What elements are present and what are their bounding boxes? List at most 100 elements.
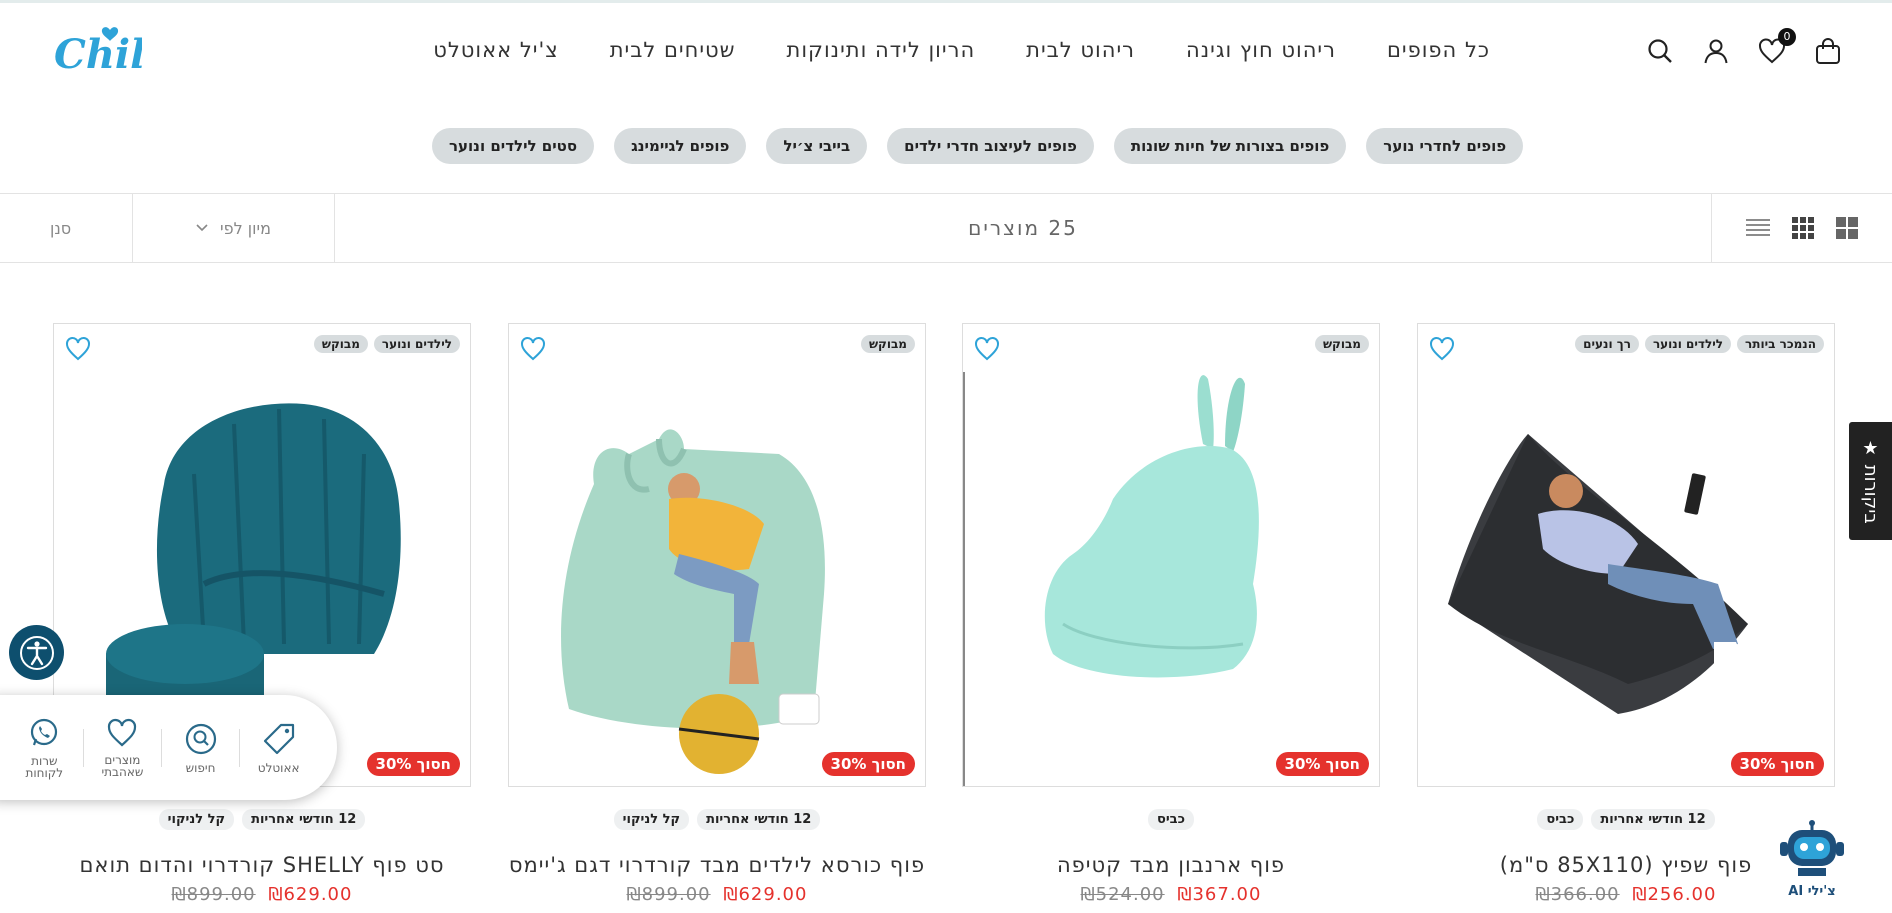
product-price: ₪256.00 ₪366.00 [1417,884,1835,905]
quick-search[interactable]: חיפוש [171,722,231,774]
sale-price: ₪629.00 [723,884,808,905]
sort-label: מיון לפי [220,218,271,238]
quick-customer-service-label: שרות לקוחות [25,753,64,780]
accessibility-icon [19,635,54,670]
original-price: ₪366.00 [1535,884,1620,905]
user-icon [1704,39,1728,64]
feature-tag: כביס [1148,809,1194,830]
wishlist-heart-icon[interactable] [64,336,92,362]
whatsapp-icon [31,718,58,745]
accessibility-button[interactable] [9,625,64,680]
nav-outdoor[interactable]: ריהוט חוץ וגינה [1186,38,1336,68]
chevron-down-icon [196,224,208,232]
chip-sets[interactable]: סטים לילדים ונוער [432,128,595,164]
nav-all-poufs[interactable]: כל הפופים [1387,38,1490,68]
filter-button[interactable]: סנן [0,194,133,262]
quick-outlet[interactable]: אאוטלט [249,722,309,774]
nav-pregnancy-baby[interactable]: הריון לידה ותינוקות [787,38,976,68]
sale-price: ₪367.00 [1177,884,1262,905]
product-image-frame[interactable]: הנמכר ביותר לילדים ונוער רך ונעים חסוך 3… [1417,323,1835,787]
nav-rugs[interactable]: שטיחים לבית [610,38,736,68]
category-chips: סטים לילדים ונוער פופים לגיימינג בייבי צ… [432,128,1524,164]
product-card[interactable]: מבוקש חסוך 30% כביס פוף ארנבון מבד קטיפה… [962,323,1380,905]
top-border [0,0,1892,3]
chip-kids-rooms[interactable]: פופים לעיצוב חדרי ילדים [887,128,1094,164]
shopping-bag-icon [1816,38,1840,64]
product-card[interactable]: הנמכר ביותר לילדים ונוער רך ונעים חסוך 3… [1417,323,1835,905]
product-image [561,429,825,774]
product-name[interactable]: פוף ארנבון מבד קטיפה [962,850,1380,880]
wishlist-heart-icon[interactable] [1428,336,1456,362]
chill-logo[interactable]: Chill [52,22,142,80]
product-features: 12 חודשי אחריות קל לניקוי [508,809,926,830]
chip-animal-shapes[interactable]: פופים בצורות של חיות שונות [1113,128,1347,164]
main-nav: כל הפופים ריהוט חוץ וגינה ריהוט לבית הרי… [400,38,1490,68]
cart-button[interactable] [1812,34,1844,68]
sale-badge: חסוך 30% [821,752,915,776]
chip-teen-rooms[interactable]: פופים לחדרי נוער [1366,128,1524,164]
product-tags: מבוקש [1314,335,1369,353]
wishlist-heart-icon[interactable] [973,336,1001,362]
divider [239,728,241,767]
product-tag: הנמכר ביותר [1737,335,1824,353]
quick-actions-bar: שרות לקוחות מוצרים שאהבתי חיפוש אאוטלט [0,695,337,800]
product-features: 12 חודשי אחריות קל לניקוי [53,809,471,830]
product-price: ₪367.00 ₪524.00 [962,884,1380,905]
feature-tag: קל לניקוי [158,809,235,830]
product-card[interactable]: מבוקש חסוך 30% 12 חודשי אחריות קל לניקוי… [508,323,926,905]
product-tag: מבוקש [313,335,368,353]
quick-customer-service[interactable]: שרות לקוחות [14,717,74,779]
product-tag: מבוקש [860,335,915,353]
list-view-icon[interactable] [1746,218,1770,238]
quick-outlet-label: אאוטלט [257,760,300,775]
product-tag: לילדים ונוער [373,335,460,353]
feature-tag: כביס [1537,809,1584,830]
product-price: ₪629.00 ₪899.00 [508,884,926,905]
product-card[interactable]: לילדים ונוער מבוקש חסוך 30% 12 חודשי אחר… [53,323,471,905]
sale-price: ₪256.00 [1632,884,1717,905]
heart-icon [108,718,137,746]
search-button[interactable] [1644,34,1676,68]
product-tag: לילדים ונוער [1644,335,1732,353]
filter-label: סנן [50,218,72,238]
product-image-frame[interactable]: מבוקש חסוך 30% [508,323,926,787]
chip-baby-chill[interactable]: בייבי צ׳יל [766,128,868,164]
collection-toolbar: סנן מיון לפי 25 מוצרים [0,193,1892,263]
sale-badge: חסוך 30% [1275,752,1369,776]
feature-tag: 12 חודשי אחריות [1591,809,1715,830]
quick-search-label: חיפוש [185,760,216,775]
product-name[interactable]: פוף שפיץ (85X110 ס"מ) [1417,850,1835,880]
reviews-tab[interactable]: ★ ביקורות [1849,422,1892,540]
search-icon [1648,39,1672,63]
quick-favorites[interactable]: מוצרים שאהבתי [92,718,152,778]
product-price: ₪629.00 ₪899.00 [53,884,471,905]
product-image-frame[interactable]: מבוקש חסוך 30% [962,323,1380,787]
nav-outlet[interactable]: צ'יל אאוטלט [433,38,559,68]
chip-gaming[interactable]: פופים לגיימינג [614,128,747,164]
wishlist-heart-icon[interactable] [519,336,547,362]
ai-bot-label: צ'ילי AI [1788,884,1836,899]
price-tag-icon [263,723,294,754]
product-name[interactable]: פוף כורסא לילדים מבד קורדרוי דגם ג'יימס [508,850,926,880]
grid-large-view-icon[interactable] [1836,217,1858,239]
product-image [963,372,1259,786]
nav-home-furniture[interactable]: ריהוט לבית [1026,38,1135,68]
header-icons: 0 [1644,28,1844,68]
account-button[interactable] [1700,34,1732,68]
divider [82,728,84,767]
sale-badge: חסוך 30% [1730,752,1824,776]
product-features: כביס [962,809,1380,830]
view-switcher [1711,194,1892,262]
sort-dropdown[interactable]: מיון לפי [133,194,335,262]
feature-tag: קל לניקוי [613,809,690,830]
original-price: ₪899.00 [171,884,256,905]
product-image [1448,434,1748,714]
product-tags: מבוקש [860,335,915,353]
ai-chat-bot-button[interactable]: צ'ילי AI [1774,820,1850,899]
product-name[interactable]: סט פוף SHELLY קורדרוי והדום תואם [53,850,471,880]
robot-icon [1780,820,1844,876]
product-tag: רך ונעים [1575,335,1639,353]
quick-favorites-label: מוצרים שאהבתי [101,752,144,779]
grid-small-view-icon[interactable] [1792,217,1814,239]
wishlist-button[interactable]: 0 [1756,28,1796,68]
